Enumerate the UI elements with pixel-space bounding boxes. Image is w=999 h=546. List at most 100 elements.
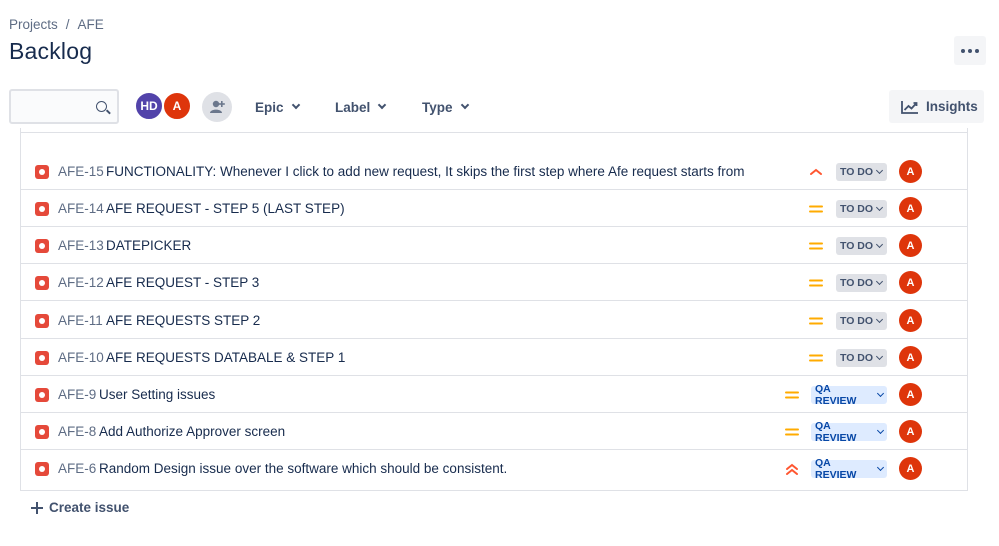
list-item[interactable] [21,128,967,133]
status-dropdown[interactable]: TO DO [836,274,887,292]
list-item[interactable]: AFE-9 User Setting issues QA REVIEW A [21,376,967,413]
status-dropdown[interactable]: TO DO [836,312,887,330]
status-dropdown[interactable]: TO DO [836,200,887,218]
chevron-down-icon [876,277,884,286]
priority-high-icon [810,168,822,175]
list-item[interactable]: AFE-15 FUNCTIONALITY: Whenever I click t… [21,153,967,190]
status-dropdown[interactable]: TO DO [836,349,887,367]
bug-icon [35,276,49,290]
label-filter-dropdown[interactable]: Label [335,96,387,118]
chevron-down-icon [378,100,387,110]
avatar[interactable]: A [899,234,922,257]
avatar[interactable]: A [899,309,922,332]
list-item[interactable]: AFE-13 DATEPICKER TO DO A [21,227,967,264]
list-item[interactable]: AFE-12 AFE REQUEST - STEP 3 TO DO A [21,264,967,301]
breadcrumb-projects-link[interactable]: Projects [9,17,58,32]
issue-summary[interactable]: DATEPICKER [106,238,191,253]
avatar[interactable]: A [899,457,922,480]
issue-key[interactable]: AFE-14 [58,201,104,216]
create-issue-label: Create issue [49,500,130,515]
plus-icon [31,501,43,514]
priority-medium-icon [809,279,823,287]
issue-key[interactable]: AFE-13 [58,238,104,253]
status-dropdown[interactable]: QA REVIEW [811,457,887,481]
status-dropdown[interactable]: TO DO [836,237,887,255]
avatar-filter-a[interactable]: A [162,91,192,121]
status-dropdown[interactable]: QA REVIEW [811,420,887,444]
issue-key[interactable]: AFE-10 [58,350,104,365]
label-filter-label: Label [335,99,371,115]
bug-icon [35,388,49,402]
assignee-initials: A [906,239,915,252]
bug-icon [35,462,49,476]
avatar[interactable]: A [899,346,922,369]
list-item[interactable]: AFE-6 Random Design issue over the softw… [21,450,967,487]
issue-summary[interactable]: Add Authorize Approver screen [99,424,285,439]
insights-label: Insights [926,99,978,114]
issue-key[interactable]: AFE-9 [58,387,96,402]
avatar-filter-hd[interactable]: HD [134,91,164,121]
assignee-initials: A [906,202,915,215]
chevron-down-icon [460,100,469,110]
bug-icon [35,239,49,253]
page-title: Backlog [9,38,93,64]
assignee-initials: A [906,276,915,289]
more-actions-button[interactable] [954,36,986,65]
breadcrumb-separator: / [65,17,70,32]
issue-key[interactable]: AFE-12 [58,275,104,290]
status-dropdown[interactable]: QA REVIEW [811,383,887,407]
more-dot-icon [961,48,965,53]
avatar[interactable]: A [899,383,922,406]
avatar-initials: HD [140,99,158,113]
status-label: TO DO [840,203,874,215]
bug-icon [35,351,49,365]
avatar[interactable]: A [899,420,922,443]
priority-medium-icon [785,428,799,436]
list-item[interactable]: AFE-11 AFE REQUESTS STEP 2 TO DO A [21,302,967,339]
status-label: QA REVIEW [815,457,857,481]
issue-key[interactable]: AFE-6 [58,461,96,476]
create-issue-button[interactable]: Create issue [31,500,129,515]
priority-medium-icon [809,354,823,362]
search-input[interactable] [9,89,119,124]
list-item[interactable]: AFE-14 AFE REQUEST - STEP 5 (LAST STEP) … [21,190,967,227]
more-dot-icon [975,48,979,53]
avatar[interactable]: A [899,197,922,220]
issue-summary[interactable]: AFE REQUESTS STEP 2 [106,313,260,328]
status-dropdown[interactable]: TO DO [836,163,887,181]
search-icon [96,101,107,112]
backlog-issue-list: AFE-15 FUNCTIONALITY: Whenever I click t… [20,128,968,491]
chevron-down-icon [877,463,885,472]
issue-summary[interactable]: AFE REQUEST - STEP 3 [106,275,259,290]
type-filter-dropdown[interactable]: Type [422,96,469,118]
status-label: TO DO [840,240,874,252]
avatar[interactable]: A [899,160,922,183]
status-label: TO DO [840,352,874,364]
priority-medium-icon [809,317,823,325]
list-item[interactable]: AFE-10 AFE REQUESTS DATABALE & STEP 1 TO… [21,339,967,376]
issue-summary[interactable]: Random Design issue over the software wh… [99,461,507,476]
issue-key[interactable]: AFE-15 [58,164,104,179]
issue-summary[interactable]: User Setting issues [99,387,215,402]
add-people-button[interactable] [202,92,232,122]
bug-icon [35,165,49,179]
priority-medium-icon [785,391,799,399]
chevron-down-icon [877,389,885,398]
status-label: TO DO [840,315,874,327]
issue-summary[interactable]: AFE REQUEST - STEP 5 (LAST STEP) [106,201,345,216]
epic-filter-dropdown[interactable]: Epic [255,96,300,118]
issue-summary[interactable]: FUNCTIONALITY: Whenever I click to add n… [106,164,745,179]
breadcrumb-project-link[interactable]: AFE [78,17,104,32]
avatar[interactable]: A [899,271,922,294]
assignee-initials: A [906,462,915,475]
breadcrumb: Projects / AFE [9,17,104,32]
issue-key[interactable]: AFE-8 [58,424,96,439]
insights-button[interactable]: Insights [889,90,984,123]
chevron-down-icon [876,203,884,212]
issue-key[interactable]: AFE-11 [58,313,103,328]
avatar-initials: A [172,99,182,113]
assignee-initials: A [906,351,915,364]
issue-summary[interactable]: AFE REQUESTS DATABALE & STEP 1 [106,350,345,365]
status-label: TO DO [840,277,874,289]
list-item[interactable]: AFE-8 Add Authorize Approver screen QA R… [21,413,967,450]
